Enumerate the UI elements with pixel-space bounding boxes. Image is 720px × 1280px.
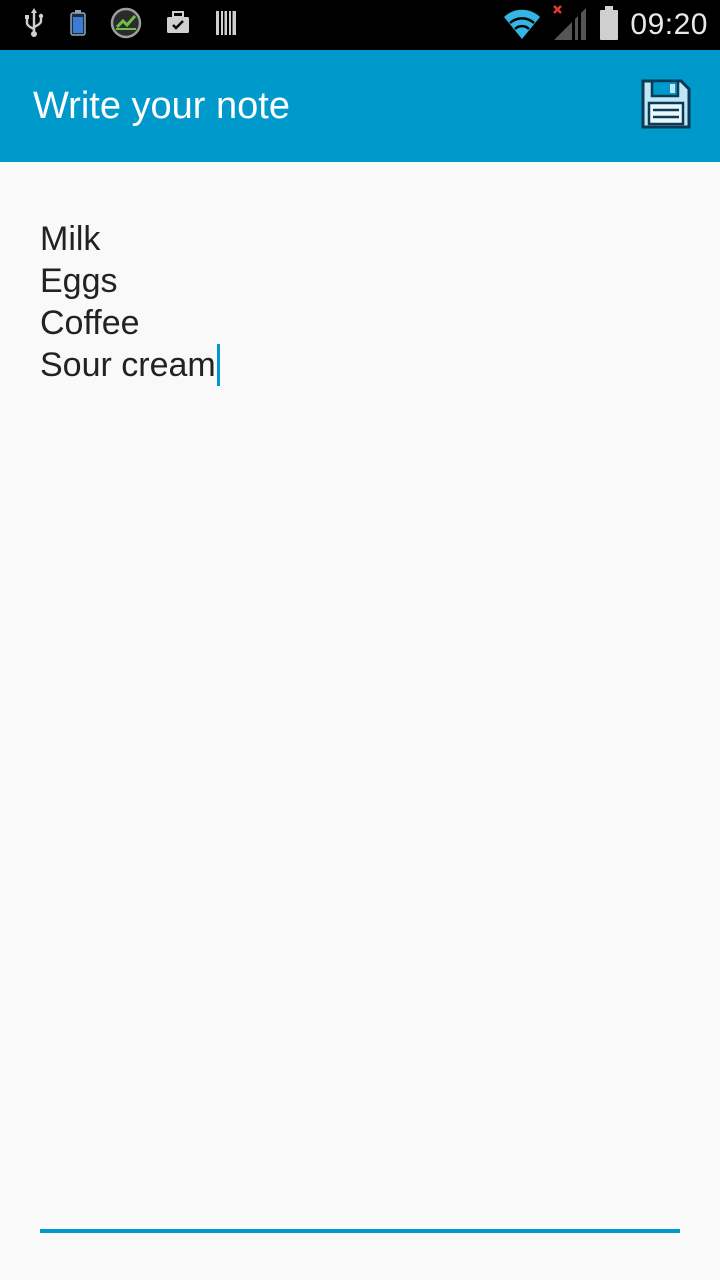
- app-bar: Write your note: [0, 50, 720, 162]
- note-text-field[interactable]: Milk Eggs Coffee Sour cream: [40, 218, 680, 386]
- save-button[interactable]: [638, 78, 694, 134]
- speedometer-app-icon: [110, 7, 142, 43]
- notification-icons: [22, 7, 238, 43]
- note-line: Eggs: [40, 262, 118, 300]
- status-time: 09:20: [630, 8, 708, 41]
- page-title: Write your note: [33, 85, 290, 127]
- battery-icon: [598, 4, 620, 46]
- signal-no-service-icon: [552, 4, 588, 46]
- floppy-disk-icon: [640, 78, 692, 134]
- status-bar: 09:20: [0, 0, 720, 50]
- barcode-icon: [214, 9, 238, 41]
- briefcase-check-icon: [164, 9, 192, 41]
- note-line: Milk: [40, 220, 101, 258]
- note-line: Coffee: [40, 304, 140, 342]
- note-line-text: Sour cream: [40, 346, 216, 384]
- text-cursor: [216, 344, 220, 386]
- wifi-icon: [502, 5, 542, 45]
- usb-icon: [22, 7, 46, 43]
- system-icons: 09:20: [502, 4, 708, 46]
- battery-app-icon: [68, 8, 88, 42]
- note-line-last: Sour cream: [40, 344, 680, 386]
- note-field-underline: [40, 1229, 680, 1233]
